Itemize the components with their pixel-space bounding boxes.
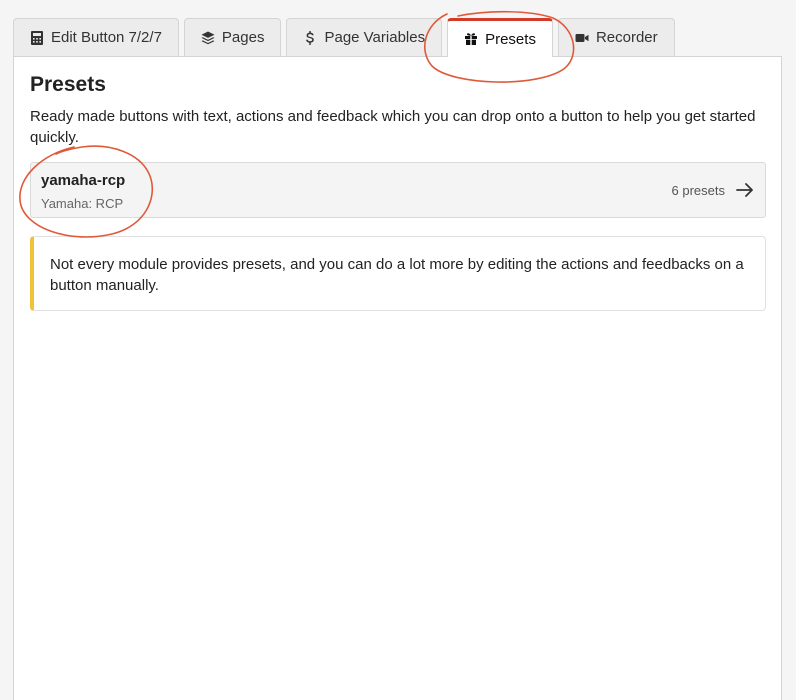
tab-pages[interactable]: Pages [183,18,282,56]
dollar-icon [306,30,315,45]
tab-label: Pages [221,29,265,46]
tab-page-variables[interactable]: Page Variables [286,18,443,56]
tab-bar: Edit Button 7/2/7 Pages Page Variables P… [13,18,675,57]
preset-count: 6 presets [671,183,725,198]
tab-edit-button[interactable]: Edit Button 7/2/7 [13,18,179,56]
tab-presets[interactable]: Presets [447,18,553,57]
info-callout: Not every module provides presets, and y… [30,236,766,311]
presets-panel: Presets Ready made buttons with text, ac… [13,56,782,700]
tab-label: Page Variables [324,29,426,46]
arrow-right-icon[interactable] [736,182,754,198]
video-camera-icon [575,33,589,42]
page-title: Presets [30,73,106,96]
module-label: Yamaha: RCP [41,196,124,211]
tab-label: Recorder [595,29,658,46]
callout-text: Not every module provides presets, and y… [50,256,744,294]
calculator-icon [31,30,43,45]
tab-recorder[interactable]: Recorder [557,18,675,56]
module-name: yamaha-rcp [41,172,126,189]
tab-label: Edit Button 7/2/7 [51,29,162,46]
presets-description: Ready made buttons with text, actions an… [30,108,756,146]
screen: Edit Button 7/2/7 Pages Page Variables P… [0,0,796,700]
layers-icon [201,31,215,44]
preset-module-row[interactable]: yamaha-rcp Yamaha: RCP 6 presets [30,162,766,218]
gift-icon [465,33,478,45]
tab-label: Presets [485,30,536,48]
